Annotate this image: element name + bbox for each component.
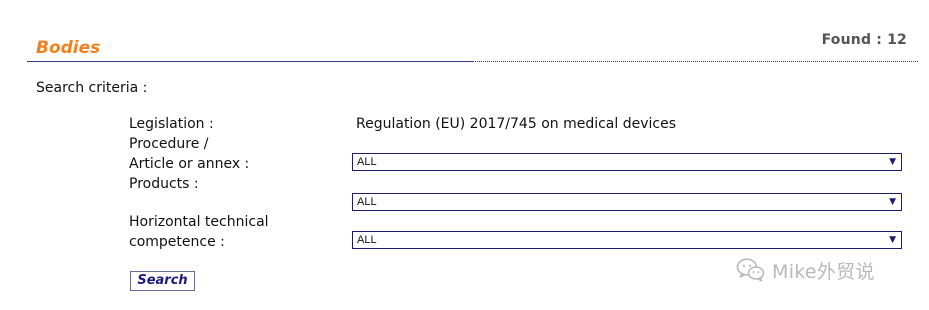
search-button[interactable]: Search <box>130 271 195 291</box>
products-select-value: ALL <box>357 196 377 208</box>
legislation-label: Legislation : <box>129 116 214 132</box>
horizontal-select-value: ALL <box>357 234 377 246</box>
products-label: Products : <box>129 176 199 192</box>
legislation-value: Regulation (EU) 2017/745 on medical devi… <box>356 116 677 132</box>
page-title: Bodies <box>36 38 101 58</box>
procedure-select[interactable]: ALL ▼ <box>352 153 902 171</box>
procedure-label-line1: Procedure / <box>129 136 209 152</box>
products-select[interactable]: ALL ▼ <box>352 193 902 211</box>
wechat-icon <box>736 258 765 282</box>
procedure-label-line2: Article or annex : <box>129 156 250 172</box>
search-criteria-heading: Search criteria : <box>36 80 148 96</box>
watermark: Mike外贸说 <box>736 256 875 284</box>
procedure-select-value: ALL <box>357 156 377 168</box>
dropdown-arrow-icon: ▼ <box>889 157 896 167</box>
horizontal-label-line1: Horizontal technical <box>129 214 269 230</box>
header-divider-dotted <box>473 61 918 62</box>
dropdown-arrow-icon: ▼ <box>889 197 896 207</box>
results-count: Found : 12 <box>821 32 907 48</box>
watermark-text: Mike外贸说 <box>772 260 875 283</box>
horizontal-label-line2: competence : <box>129 234 225 250</box>
header-divider-solid <box>27 61 473 62</box>
horizontal-competence-select[interactable]: ALL ▼ <box>352 231 902 249</box>
dropdown-arrow-icon: ▼ <box>889 235 896 245</box>
